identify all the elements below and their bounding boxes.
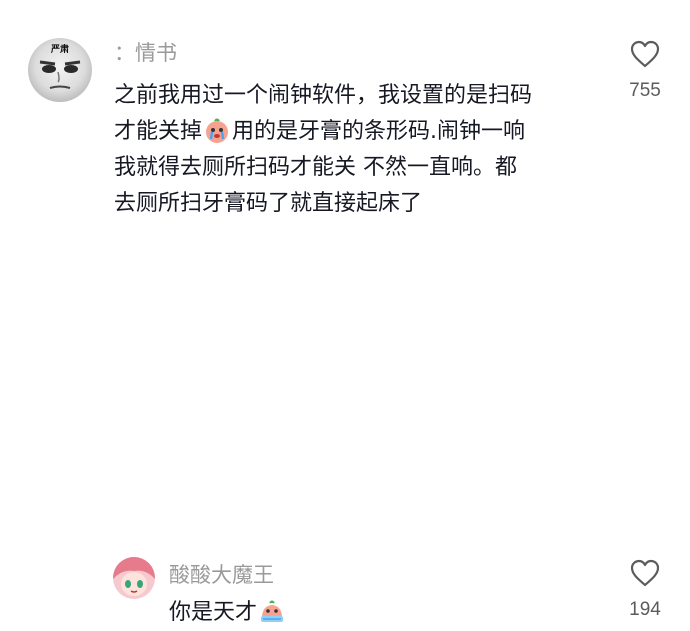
comment-item: 严肃 ：情书 之前我用过一个闹钟软件，我设置的是扫码 才能关掉 用的是牙膏的条形… — [0, 0, 690, 260]
comment-line: 去厕所扫牙膏码了就直接起床了 — [114, 191, 423, 216]
comment-line: 才能关掉 用的是牙膏的条形码.闹钟一响 — [114, 114, 594, 150]
heart-outline-icon[interactable] — [630, 559, 660, 587]
comment-line: 我就得去厕所扫码才能关 不然一直响。都 — [114, 155, 517, 180]
avatar-image — [113, 557, 155, 599]
comment-line-end: 用的是牙膏的条形码.闹钟一响 — [232, 119, 526, 144]
comment-line-start: 你是天才 — [169, 600, 258, 625]
avatar-image: 严肃 — [28, 38, 92, 102]
avatar[interactable]: 严肃 — [28, 38, 92, 102]
username[interactable]: 酸酸大魔王 — [169, 562, 274, 588]
crying-face-emoji — [206, 118, 229, 143]
like-button[interactable]: 755 — [615, 40, 675, 102]
crying-face-emoji — [261, 600, 284, 622]
like-count: 194 — [629, 599, 661, 620]
reply-item: 酸酸大魔王 你是天才 194 — [0, 270, 690, 625]
comment-text: 之前我用过一个闹钟软件，我设置的是扫码 才能关掉 用的是牙膏的条形码.闹钟一响 … — [114, 78, 594, 222]
heart-outline-icon[interactable] — [630, 40, 660, 68]
avatar[interactable] — [113, 557, 155, 599]
comment-text: 你是天才 — [169, 595, 589, 631]
comment-line: 之前我用过一个闹钟软件，我设置的是扫码 — [114, 83, 533, 108]
avatar-caption: 严肃 — [50, 43, 69, 55]
like-count: 755 — [629, 80, 661, 101]
comment-line: 你是天才 — [169, 595, 589, 631]
comment-line-start: 才能关掉 — [114, 119, 203, 144]
username[interactable]: ：情书 — [114, 40, 177, 66]
like-button[interactable]: 194 — [615, 559, 675, 621]
